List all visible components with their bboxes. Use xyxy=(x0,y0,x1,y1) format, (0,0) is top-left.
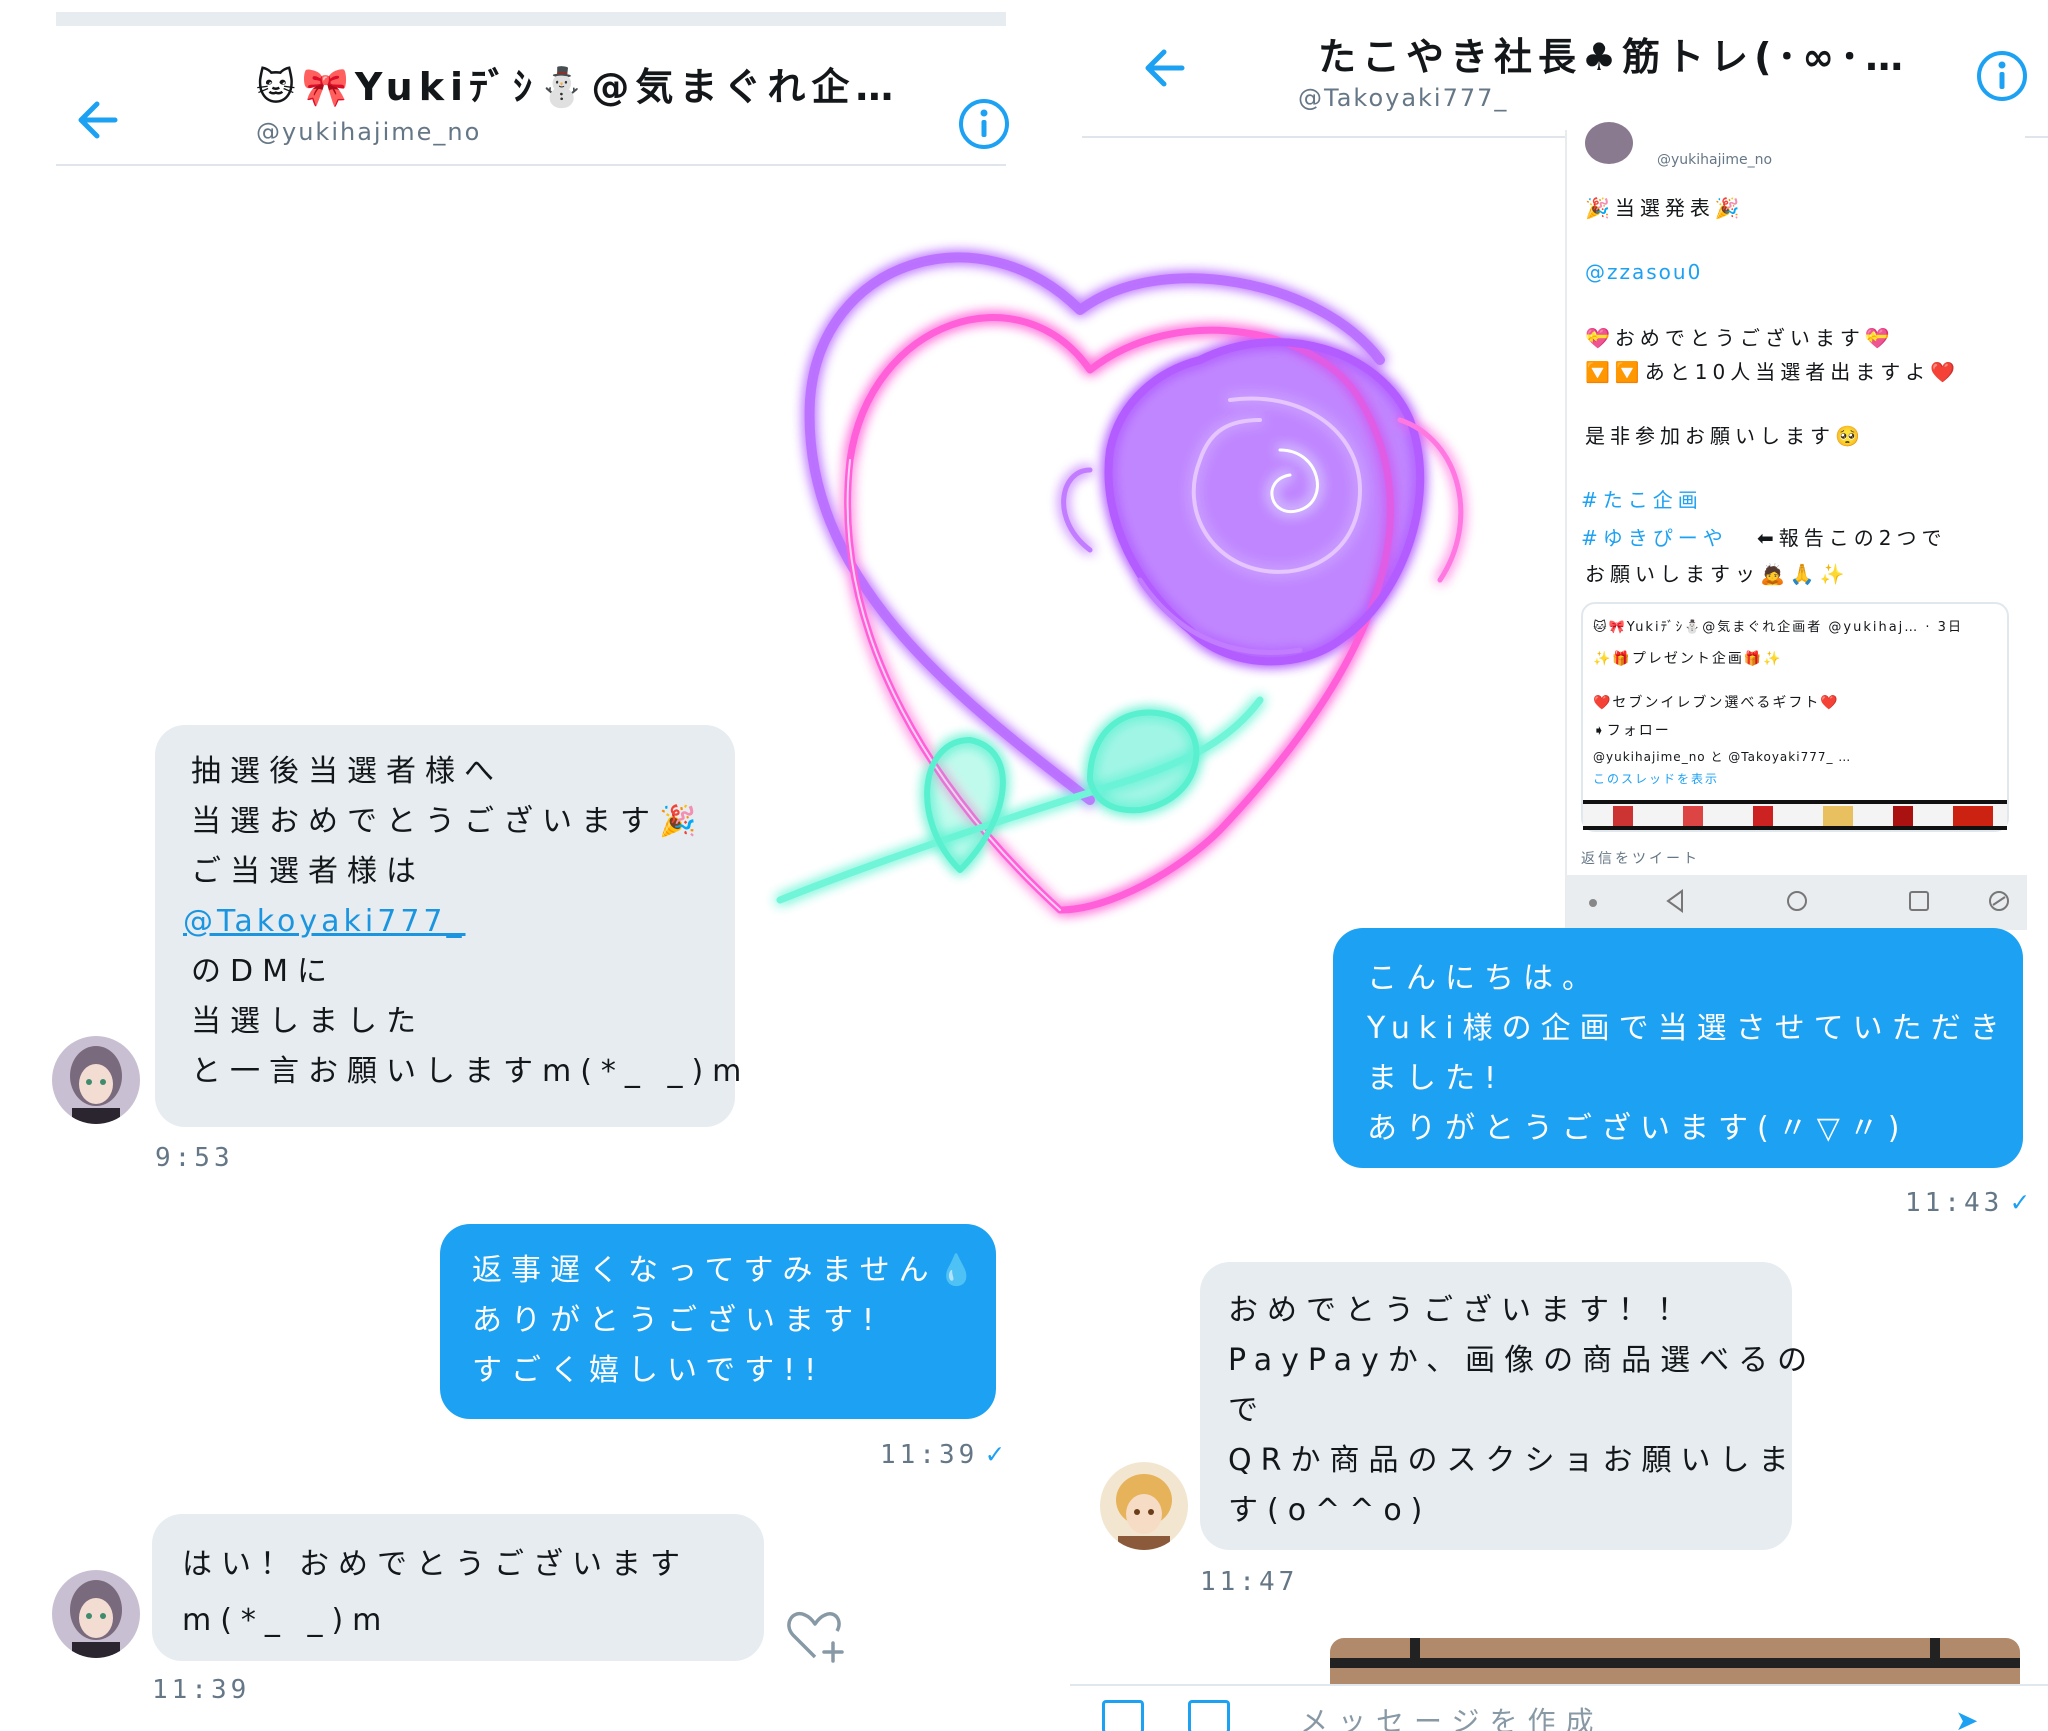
embed-text: 🔽🔽あと10人当選者出ますよ❤️ xyxy=(1585,360,1961,384)
incoming-image-preview[interactable] xyxy=(1330,1638,2020,1684)
embed-mention: @zzasou0 xyxy=(1585,260,1703,284)
embed-card-text: ✨🎁プレゼント企画🎁✨ xyxy=(1593,651,1783,667)
embed-hashtag: #ゆきぴーや xyxy=(1581,526,1728,550)
checkmark-icon: ✓ xyxy=(986,1437,1008,1470)
message-text: m(*_ _)m xyxy=(182,1603,391,1638)
embed-text: 💝おめでとうございます💝 xyxy=(1585,326,1895,350)
message-bubble[interactable]: おめでとうございます！！ PayPayか、画像の商品選べるの で QRか商品のス… xyxy=(1200,1262,1817,1550)
gif-icon[interactable] xyxy=(1102,1700,1144,1731)
embed-handle: @yukihajime_no xyxy=(1657,152,1773,168)
message-text: 当選おめでとうございます🎉 xyxy=(191,804,706,839)
message-bubble-sent[interactable]: こんにちは。 Yuki様の企画で当選させていただき ました! ありがとうございま… xyxy=(1333,928,2023,1168)
embed-text: 🎉当選発表🎉 xyxy=(1585,196,1745,220)
message-text: ました! xyxy=(1367,1061,1506,1096)
embed-product-strip xyxy=(1583,800,2007,830)
message-text: QRか商品のスクショお願いしま xyxy=(1228,1443,1798,1478)
conversation-title: 🐱🎀Yukiﾃﾞｼ⛄@気まぐれ企… xyxy=(256,65,900,109)
embed-reply-label: 返信をツイート xyxy=(1581,851,1700,867)
message-text: ありがとうございます! xyxy=(472,1303,884,1338)
embed-card-link: このスレッドを表示 xyxy=(1593,772,1720,786)
message-text: Yuki様の企画で当選させていただき xyxy=(1367,1011,2009,1046)
embed-card-text: @yukihajime_no と @Takoyaki777_ … xyxy=(1593,750,1852,764)
message-text: 当選しました xyxy=(191,1004,425,1039)
message-input[interactable]: メッセージを作成 xyxy=(1300,1700,1603,1731)
heart-plus-icon[interactable] xyxy=(785,1605,847,1665)
message-bubble-sent[interactable]: 返事遅くなってすみません💧 ありがとうございます! すごく嬉しいです!! xyxy=(440,1224,996,1419)
message-text: おめでとうございます！！ xyxy=(1228,1293,1696,1328)
message-timestamp: 11:43 ✓ xyxy=(1905,1185,2032,1218)
conversation-title: たこやき社長♣筋トレ(･∞･… xyxy=(1318,35,1910,79)
embed-quoted-tweet: 🐱🎀Yukiﾃﾞｼ⛄@気まぐれ企画者 @yukihaj… · 3日 ✨🎁プレゼン… xyxy=(1581,602,2009,832)
message-text: すごく嬉しいです!! xyxy=(472,1353,826,1388)
left-conversation: 🐱🎀Yukiﾃﾞｼ⛄@気まぐれ企… @yukihajime_no 抽選後当選者様… xyxy=(0,0,1040,1731)
conversation-handle: @yukihajime_no xyxy=(256,118,482,146)
back-arrow-icon[interactable] xyxy=(1138,40,1194,96)
message-timestamp: 11:39 xyxy=(152,1675,251,1705)
conversation-header: 🐱🎀Yukiﾃﾞｼ⛄@気まぐれ企… @yukihajime_no xyxy=(56,28,1009,166)
message-bubble[interactable]: はい！おめでとうございます m(*_ _)m xyxy=(152,1514,764,1661)
message-text: 返事遅くなってすみません💧 xyxy=(472,1253,984,1288)
embed-card-text: ➧フォロー xyxy=(1593,723,1671,739)
message-text: ありがとうございます(〃▽〃) xyxy=(1367,1111,1909,1146)
send-icon[interactable]: ➤ xyxy=(1955,1704,1978,1731)
message-text: はい！おめでとうございます xyxy=(182,1547,689,1582)
info-icon[interactable] xyxy=(956,96,1012,152)
avatar[interactable] xyxy=(1100,1462,1188,1550)
mention-link[interactable]: @Takoyaki777_ xyxy=(183,897,735,947)
embed-card-header: 🐱🎀Yukiﾃﾞｼ⛄@気まぐれ企画者 @yukihaj… · 3日 xyxy=(1593,620,1963,635)
embed-text: ⬅報告この2つで xyxy=(1757,526,1947,550)
image-icon[interactable] xyxy=(1188,1700,1230,1731)
back-arrow-icon[interactable] xyxy=(71,92,127,148)
checkmark-icon: ✓ xyxy=(2011,1185,2033,1218)
embed-hashtag: #たこ企画 xyxy=(1581,488,1703,512)
timestamp-text: 11:39 xyxy=(880,1440,979,1470)
timestamp-text: 11:43 xyxy=(1905,1188,2004,1218)
message-text: す(o^^o) xyxy=(1228,1493,1432,1528)
embed-android-navbar xyxy=(1567,875,2027,930)
message-text: こんにちは。 xyxy=(1367,961,1601,996)
message-bubble[interactable]: 抽選後当選者様へ 当選おめでとうございます🎉 ご当選者様は @Takoyaki7… xyxy=(155,725,751,1127)
message-text: のDMに xyxy=(191,954,336,989)
message-text: ご当選者様は xyxy=(191,854,425,889)
conversation-header: たこやき社長♣筋トレ(･∞･… @Takoyaki777_ xyxy=(1082,0,2048,138)
embed-text: お願いしますッ🙇🙏✨ xyxy=(1585,562,1850,586)
avatar[interactable] xyxy=(52,1036,140,1124)
message-text: PayPayか、画像の商品選べるの xyxy=(1228,1343,1817,1378)
message-timestamp: 11:47 xyxy=(1200,1567,1299,1597)
message-timestamp: 11:39 ✓ xyxy=(880,1437,1007,1470)
conversation-handle: @Takoyaki777_ xyxy=(1298,84,1509,112)
message-composer[interactable]: メッセージを作成 ➤ xyxy=(1070,1684,2048,1731)
embed-card-text: ❤️セブンイレブン選べるギフト❤️ xyxy=(1593,695,1840,711)
message-timestamp: 9:53 xyxy=(155,1143,234,1173)
embed-text: 是非参加お願いします🥺 xyxy=(1585,424,1865,448)
message-text: で xyxy=(1228,1393,1267,1428)
avatar[interactable] xyxy=(52,1570,140,1658)
embed-avatar xyxy=(1585,122,1633,164)
shared-screenshot-image[interactable]: @yukihajime_no 🎉当選発表🎉 @zzasou0 💝おめでとうござい… xyxy=(1565,122,2027,930)
info-icon[interactable] xyxy=(1974,48,2030,104)
message-text: 抽選後当選者様へ xyxy=(191,754,503,789)
status-strip xyxy=(56,12,1006,26)
message-text: と一言お願いしますm(*_ _)m xyxy=(191,1054,751,1089)
